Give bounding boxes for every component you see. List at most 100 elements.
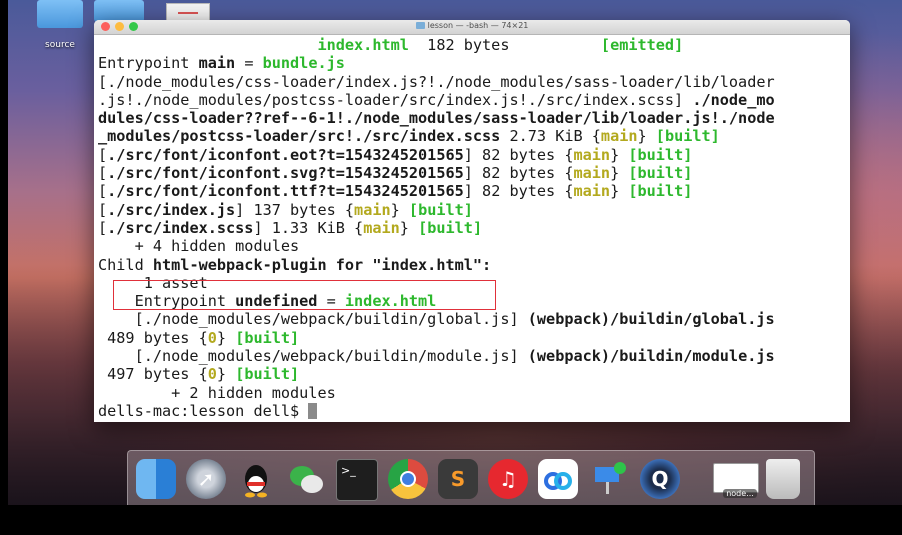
finder-icon[interactable] [136, 459, 176, 499]
terminal-line: 489 bytes {0} [built] [98, 329, 850, 347]
terminal-text: = [235, 54, 263, 73]
terminal-text: [./node_modules/webpack/buildin/global.j… [98, 310, 528, 329]
terminal-text: [built] [628, 164, 693, 183]
terminal-text: Child [98, 255, 153, 274]
terminal-line: .js!./node_modules/postcss-loader/src/in… [98, 91, 850, 109]
netease-music-icon[interactable]: ♫ [488, 459, 528, 499]
trash-icon[interactable] [766, 459, 800, 499]
terminal-text: } [637, 127, 656, 146]
terminal-text: dells-mac:lesson dell$ [98, 401, 309, 420]
terminal-text: [built] [235, 328, 300, 347]
qq-icon[interactable] [236, 459, 276, 499]
terminal-text: ] 82 bytes { [463, 164, 574, 183]
terminal-line: [./node_modules/webpack/buildin/module.j… [98, 347, 850, 365]
terminal-text: } [216, 365, 236, 384]
terminal-icon[interactable]: >_ [336, 459, 378, 501]
terminal-text: 0 [207, 365, 217, 384]
terminal-text: main [363, 218, 400, 237]
terminal-text: index.html [317, 36, 409, 54]
terminal-text: main [354, 200, 391, 219]
bottom-letterbox [0, 505, 902, 535]
terminal-line: [./src/index.js] 137 bytes {main} [built… [98, 201, 850, 219]
terminal-line: + 2 hidden modules [98, 384, 850, 402]
terminal-text: html-webpack-plugin for "index.html": [152, 255, 492, 274]
terminal-text: 497 bytes { [98, 365, 208, 384]
dock-item-label: node... [723, 489, 757, 498]
terminal-text: [ [98, 200, 108, 219]
terminal-text: Entrypoint [98, 54, 199, 73]
terminal-line: [./node_modules/webpack/buildin/global.j… [98, 310, 850, 328]
terminal-line: dules/css-loader??ref--6-1!./node_module… [98, 109, 850, 127]
terminal-line: [./src/index.scss] 1.33 KiB {main} [buil… [98, 219, 850, 237]
terminal-text: ./node_mo [692, 90, 775, 109]
terminal-text: ./src/index.scss [107, 218, 254, 237]
terminal-text: ./src/font/iconfont.ttf?t=1543245201565 [107, 182, 464, 201]
terminal-text: [ [98, 182, 108, 201]
terminal-line: Child html-webpack-plugin for "index.htm… [98, 256, 850, 274]
baidu-netdisk-icon[interactable] [538, 459, 578, 499]
terminal-text: ] 1.33 KiB { [253, 218, 364, 237]
highlight-annotation-box [113, 280, 496, 310]
terminal-text: ] 82 bytes { [463, 182, 574, 201]
terminal-text: main [573, 164, 611, 183]
terminal-text: 489 bytes { [98, 328, 208, 347]
terminal-text: main [573, 145, 611, 164]
terminal-line: index.html 182 bytes [emitted] [98, 36, 850, 54]
terminal-line: [./node_modules/css-loader/index.js?!./n… [98, 73, 850, 91]
folder-icon [37, 0, 83, 28]
terminal-text: [ [98, 145, 108, 164]
terminal-line: [./src/font/iconfont.ttf?t=1543245201565… [98, 182, 850, 200]
terminal-text: main [198, 54, 236, 73]
terminal-text: 0 [207, 328, 217, 347]
terminal-line: [./src/font/iconfont.svg?t=1543245201565… [98, 164, 850, 182]
terminal-text: [ [98, 218, 108, 237]
folder-label: source [45, 40, 75, 50]
terminal-titlebar[interactable]: lesson — -bash — 74×21 [94, 20, 850, 35]
terminal-text: bundle.js [262, 54, 345, 73]
terminal-text: main [600, 127, 638, 146]
terminal-text: [built] [408, 200, 473, 219]
wechat-icon[interactable] [286, 459, 326, 499]
window-title: lesson — -bash — 74×21 [94, 21, 850, 30]
terminal-line: dells-mac:lesson dell$ [98, 402, 850, 420]
terminal-text: ] 137 bytes { [235, 200, 355, 219]
terminal-text: + 4 hidden modules [98, 237, 300, 256]
terminal-text: [built] [628, 182, 693, 201]
terminal-text: 2.73 KiB { [500, 127, 601, 146]
sublime-text-icon[interactable]: S [438, 459, 478, 499]
terminal-window[interactable]: lesson — -bash — 74×21 index.html 182 by… [94, 20, 850, 422]
terminal-text: dules/css-loader??ref--6-1!./node_module… [98, 109, 775, 128]
terminal-text: } [610, 145, 629, 164]
terminal-output[interactable]: index.html 182 bytes [emitted] Entrypoint… [94, 35, 850, 422]
terminal-text: (webpack)/buildin/module.js [527, 347, 775, 366]
terminal-line: Entrypoint main = bundle.js [98, 54, 850, 72]
launchpad-icon[interactable]: ➚ [186, 459, 226, 499]
desktop-folder-source[interactable]: source [30, 0, 90, 52]
terminal-text: [./node_modules/css-loader/index.js?!./n… [98, 72, 775, 91]
terminal-text: _modules/postcss-loader/src!./src/index.… [98, 127, 501, 146]
terminal-text: [built] [235, 365, 300, 384]
folder-icon [415, 22, 425, 29]
terminal-text: ./src/font/iconfont.eot?t=1543245201565 [107, 145, 464, 164]
chrome-icon[interactable] [388, 459, 428, 499]
terminal-text: + 2 hidden modules [98, 383, 336, 402]
folder-icon[interactable] [94, 0, 144, 22]
terminal-text: (webpack)/buildin/global.js [527, 310, 775, 329]
terminal-text: 182 bytes [408, 36, 601, 54]
terminal-text: } [216, 328, 236, 347]
terminal-text: [ [98, 164, 108, 183]
terminal-line: 497 bytes {0} [built] [98, 365, 850, 383]
terminal-line: + 4 hidden modules [98, 237, 850, 255]
terminal-text: [built] [628, 145, 693, 164]
keynote-icon[interactable] [588, 459, 628, 499]
terminal-line: _modules/postcss-loader/src!./src/index.… [98, 127, 850, 145]
text-cursor [308, 402, 318, 419]
quicktime-icon[interactable]: Q [640, 459, 680, 499]
terminal-text: } [390, 200, 409, 219]
terminal-text: } [399, 218, 419, 237]
terminal-text: ] 82 bytes { [463, 145, 574, 164]
terminal-line: [./src/font/iconfont.eot?t=1543245201565… [98, 146, 850, 164]
terminal-text: ./src/font/iconfont.svg?t=1543245201565 [107, 164, 464, 183]
dock: ➚ >_ S ♫ Q node... [127, 450, 815, 508]
